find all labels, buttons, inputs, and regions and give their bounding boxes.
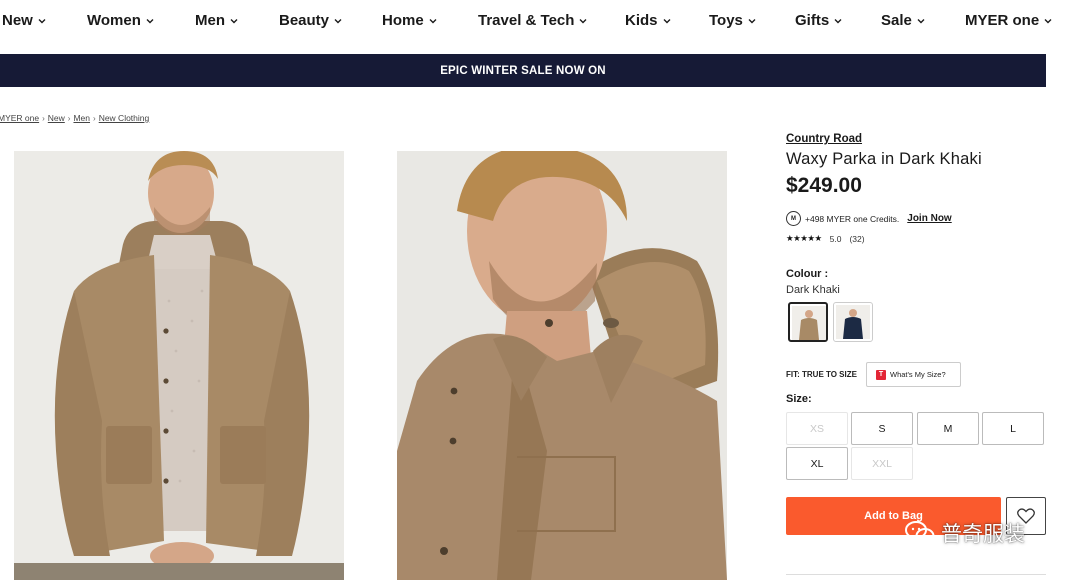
nav-item-beauty[interactable]: Beauty bbox=[279, 12, 343, 29]
colour-swatch-navy[interactable] bbox=[833, 302, 873, 342]
breadcrumb-link-new-clothing[interactable]: New Clothing bbox=[99, 113, 150, 123]
nav-item-label: Beauty bbox=[279, 12, 330, 29]
promo-banner[interactable]: EPIC WINTER SALE NOW ON bbox=[0, 54, 1046, 87]
chevron-down-icon bbox=[663, 18, 671, 23]
star-rating-icon: ★★★★★ bbox=[786, 233, 822, 243]
size-option-xxl[interactable]: XXL bbox=[851, 447, 913, 480]
product-rating[interactable]: ★★★★★ 5.0 (32) bbox=[786, 233, 865, 244]
product-price: $249.00 bbox=[786, 174, 862, 197]
credits-text: +498 MYER one Credits. bbox=[805, 213, 900, 224]
nav-item-sale[interactable]: Sale bbox=[881, 12, 926, 29]
breadcrumb-link-new[interactable]: New bbox=[48, 113, 65, 123]
chevron-down-icon bbox=[1044, 18, 1052, 23]
chevron-down-icon bbox=[334, 18, 342, 23]
chevron-down-icon bbox=[748, 18, 756, 23]
fit-label: FIT: TRUE TO SIZE bbox=[786, 370, 857, 379]
breadcrumb-separator: › bbox=[67, 113, 71, 123]
review-count: (32) bbox=[849, 233, 865, 244]
nav-item-travel-tech[interactable]: Travel & Tech bbox=[478, 12, 588, 29]
product-image-front[interactable] bbox=[14, 151, 344, 580]
promo-banner-text: EPIC WINTER SALE NOW ON bbox=[440, 64, 606, 77]
nav-item-label: Sale bbox=[881, 12, 912, 29]
colour-label: Colour : bbox=[786, 268, 829, 280]
nav-item-myer-one[interactable]: MYER one bbox=[965, 12, 1053, 29]
nav-item-new[interactable]: New bbox=[2, 12, 47, 29]
chevron-down-icon bbox=[230, 18, 238, 23]
chevron-down-icon bbox=[834, 18, 842, 23]
size-option-s[interactable]: S bbox=[851, 412, 913, 445]
whats-my-size-label: What's My Size? bbox=[890, 370, 946, 379]
size-option-xl[interactable]: XL bbox=[786, 447, 848, 480]
breadcrumb: MYER one › New › Men › New Clothing bbox=[0, 113, 149, 123]
size-option-l[interactable]: L bbox=[982, 412, 1044, 445]
colour-value: Dark Khaki bbox=[786, 284, 840, 296]
product-photo-front bbox=[14, 151, 344, 580]
chevron-down-icon bbox=[579, 18, 587, 23]
myer-one-credits: M +498 MYER one Credits. Join Now bbox=[786, 211, 952, 226]
nav-item-label: Women bbox=[87, 12, 141, 29]
rating-value: 5.0 bbox=[829, 233, 842, 244]
section-divider bbox=[786, 574, 1046, 575]
nav-item-men[interactable]: Men bbox=[195, 12, 239, 29]
product-brand-link[interactable]: Country Road bbox=[786, 133, 862, 145]
nav-item-kids[interactable]: Kids bbox=[625, 12, 672, 29]
chevron-down-icon bbox=[429, 18, 437, 23]
nav-item-label: MYER one bbox=[965, 12, 1040, 29]
swatch-image-khaki bbox=[792, 306, 826, 340]
nav-item-gifts[interactable]: Gifts bbox=[795, 12, 843, 29]
product-title: Waxy Parka in Dark Khaki bbox=[786, 150, 982, 168]
size-option-m[interactable]: M bbox=[917, 412, 979, 445]
nav-item-label: Travel & Tech bbox=[478, 12, 575, 29]
chevron-down-icon bbox=[917, 18, 925, 23]
swatch-image-navy bbox=[836, 305, 870, 339]
nav-item-label: Toys bbox=[709, 12, 743, 29]
product-image-detail[interactable] bbox=[397, 151, 727, 580]
true-fit-logo-icon: T bbox=[876, 369, 886, 380]
join-now-link[interactable]: Join Now bbox=[907, 213, 951, 224]
nav-item-home[interactable]: Home bbox=[382, 12, 438, 29]
nav-item-toys[interactable]: Toys bbox=[709, 12, 757, 29]
nav-item-label: Kids bbox=[625, 12, 658, 29]
product-photo-detail bbox=[397, 151, 727, 580]
nav-item-label: Home bbox=[382, 12, 424, 29]
breadcrumb-separator: › bbox=[93, 113, 96, 123]
watermark: 普奇服装 bbox=[905, 518, 1025, 548]
breadcrumb-link-myer-one[interactable]: MYER one bbox=[0, 113, 39, 123]
nav-item-women[interactable]: Women bbox=[87, 12, 155, 29]
nav-item-label: New bbox=[2, 12, 33, 29]
size-option-xs[interactable]: XS bbox=[786, 412, 848, 445]
myer-one-badge-icon: M bbox=[786, 211, 801, 226]
whats-my-size-button[interactable]: T What's My Size? bbox=[866, 362, 961, 387]
size-label: Size: bbox=[786, 393, 812, 405]
nav-item-label: Gifts bbox=[795, 12, 830, 29]
colour-swatch-dark-khaki[interactable] bbox=[788, 302, 828, 342]
nav-item-label: Men bbox=[195, 12, 225, 29]
breadcrumb-separator: › bbox=[42, 113, 45, 123]
wechat-logo-icon bbox=[905, 521, 935, 544]
chevron-down-icon bbox=[38, 18, 46, 23]
chevron-down-icon bbox=[146, 18, 154, 23]
main-nav: New Women Men Beauty Home Travel & Tech … bbox=[0, 0, 1080, 44]
watermark-text: 普奇服装 bbox=[941, 522, 1025, 546]
breadcrumb-link-men[interactable]: Men bbox=[73, 113, 90, 123]
